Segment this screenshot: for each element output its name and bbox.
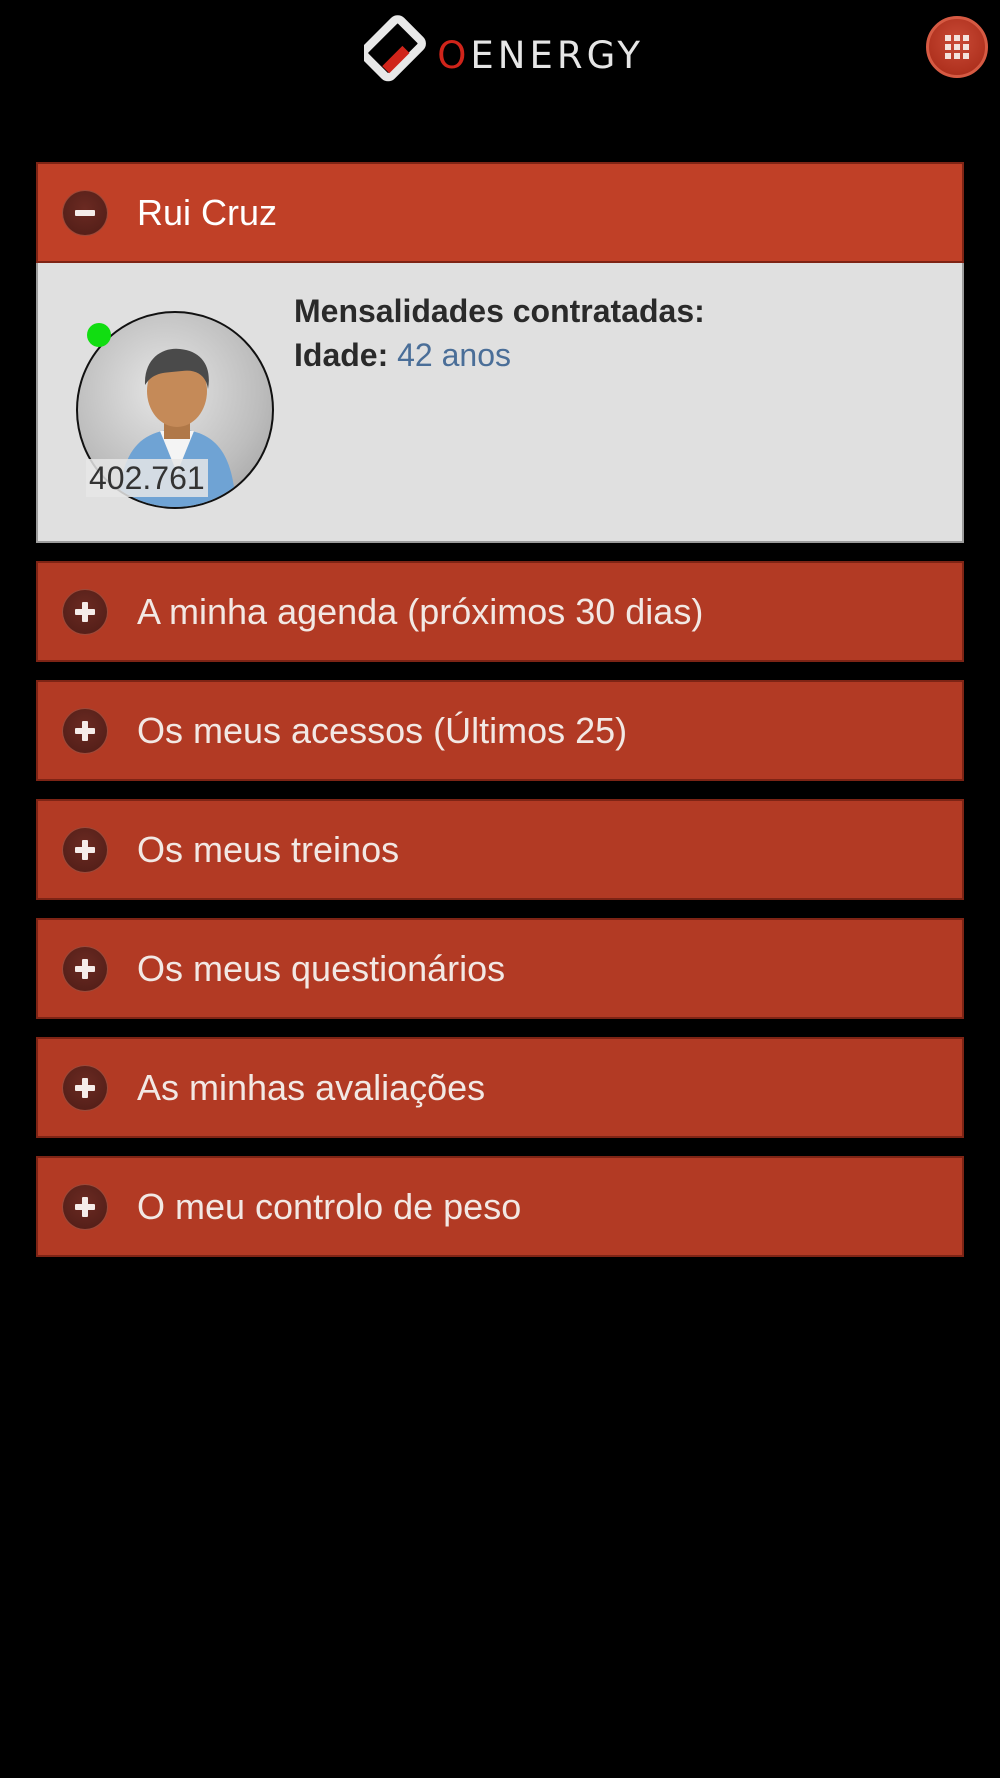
minus-icon: [63, 190, 107, 235]
agenda-panel-header[interactable]: A minha agenda (próximos 30 dias): [36, 561, 964, 662]
logo-word: ENERGY: [470, 33, 644, 77]
oenergy-logo[interactable]: OENERGY: [364, 0, 644, 106]
apps-menu-button[interactable]: [926, 16, 988, 78]
sections-accordion: A minha agenda (próximos 30 dias) Os meu…: [36, 561, 964, 1275]
online-status-dot: [87, 323, 111, 347]
questionnaires-panel-header[interactable]: Os meus questionários: [36, 918, 964, 1019]
questionnaires-panel-title: Os meus questionários: [137, 947, 506, 989]
accesses-panel-header[interactable]: Os meus acessos (Últimos 25): [36, 680, 964, 781]
plus-icon: [63, 589, 107, 634]
profile-details: 402.761 Mensalidades contratadas: Idade:…: [36, 263, 964, 543]
weight-control-panel-header[interactable]: O meu controlo de peso: [36, 1156, 964, 1257]
accesses-panel-title: Os meus acessos (Últimos 25): [137, 709, 628, 751]
member-number: 402.761: [86, 459, 208, 497]
contracted-row: Mensalidades contratadas:: [294, 289, 705, 333]
age-row: Idade: 42 anos: [294, 333, 705, 377]
logo-mark-icon: [364, 15, 426, 82]
contracted-label: Mensalidades contratadas:: [294, 293, 705, 329]
profile-accordion: Rui Cruz 402.761 Mensalidades contratada…: [36, 162, 964, 543]
profile-info: Mensalidades contratadas: Idade: 42 anos: [294, 289, 705, 377]
grid-icon: [945, 35, 969, 59]
age-value: 42 anos: [397, 337, 511, 373]
assessments-panel-header[interactable]: As minhas avaliações: [36, 1037, 964, 1138]
workouts-panel-title: Os meus treinos: [137, 828, 400, 870]
plus-icon: [63, 708, 107, 753]
plus-icon: [63, 1184, 107, 1229]
profile-name: Rui Cruz: [137, 191, 278, 233]
logo-text: OENERGY: [437, 34, 644, 77]
age-label: Idade:: [294, 337, 389, 373]
plus-icon: [63, 827, 107, 872]
assessments-panel-title: As minhas avaliações: [137, 1066, 486, 1108]
profile-panel-header[interactable]: Rui Cruz: [36, 162, 964, 263]
agenda-panel-title: A minha agenda (próximos 30 dias): [137, 590, 704, 632]
logo-letter-o: O: [437, 33, 471, 77]
plus-icon: [63, 1065, 107, 1110]
plus-icon: [63, 946, 107, 991]
app-header: OENERGY: [0, 0, 1000, 110]
workouts-panel-header[interactable]: Os meus treinos: [36, 799, 964, 900]
weight-control-panel-title: O meu controlo de peso: [137, 1185, 522, 1227]
